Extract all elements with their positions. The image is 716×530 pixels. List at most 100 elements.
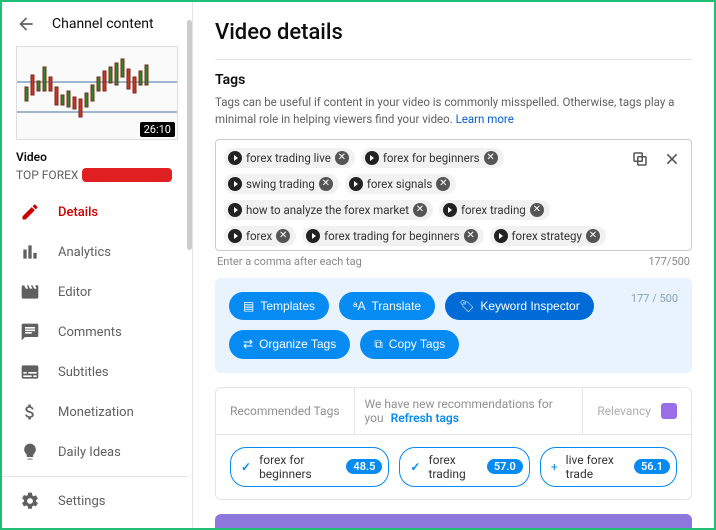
refresh-tags-link[interactable]: Refresh tags	[391, 411, 459, 425]
redacted-scribble	[82, 170, 172, 180]
tag-text: forex signals	[367, 177, 433, 191]
tag-text: forex trading live	[246, 151, 331, 165]
copy-tags-button[interactable]: ⧉Copy Tags	[360, 330, 459, 359]
remove-tag-icon[interactable]: ✕	[335, 151, 349, 165]
play-icon	[228, 151, 242, 165]
remove-tag-icon[interactable]: ✕	[484, 151, 498, 165]
tag-chip[interactable]: forex signals✕	[345, 174, 457, 194]
nav-separator	[2, 476, 192, 477]
tags-input-box[interactable]: forex trading live✕forex for beginners✕s…	[215, 139, 692, 251]
subtitles-icon	[20, 362, 40, 382]
dollar-icon	[20, 402, 40, 422]
nav-details[interactable]: Details	[2, 192, 192, 232]
tag-icon: 🏷	[459, 299, 474, 313]
pill-score: 56.1	[634, 459, 670, 474]
nav-daily-ideas[interactable]: Daily Ideas	[2, 432, 192, 472]
video-label: Video	[16, 150, 178, 164]
recommended-tag-pill[interactable]: +live forex trade56.1	[540, 447, 677, 487]
tag-chip[interactable]: swing trading ✕	[224, 174, 339, 194]
remove-tag-icon[interactable]: ✕	[319, 177, 333, 191]
tag-text: forex trading	[461, 203, 526, 217]
keyword-inspector-button[interactable]: 🏷Keyword Inspector	[445, 292, 594, 320]
thumbnail-duration: 26:10	[140, 122, 175, 137]
editor-icon	[20, 282, 40, 302]
vidiq-boost-banner: Upgrade to vidIQ Boost to see 80 more re…	[215, 514, 692, 529]
vidiq-tag-tools: 177 / 500 ▤Templates ᵃATranslate 🏷Keywor…	[215, 278, 692, 373]
translate-button[interactable]: ᵃATranslate	[339, 292, 435, 320]
play-icon	[443, 203, 457, 217]
copy-icon: ⧉	[374, 337, 383, 352]
sidebar-nav: Details Analytics Editor Comments Subtit…	[2, 186, 192, 528]
plus-icon: +	[551, 460, 558, 474]
analytics-icon	[20, 242, 40, 262]
play-icon	[228, 177, 242, 191]
recommended-tag-pill[interactable]: ✓ forex for beginners 48.5	[230, 447, 389, 487]
organize-tags-button[interactable]: ⇄Organize Tags	[229, 330, 350, 359]
gear-icon	[20, 491, 40, 511]
pill-label: forex trading	[428, 453, 478, 481]
nav-comments[interactable]: Comments	[2, 312, 192, 352]
pill-label: forex for beginners	[259, 453, 338, 481]
tag-chip[interactable]: forex trading for beginners ✕	[302, 226, 483, 246]
play-icon	[306, 229, 320, 243]
sidebar-scrollbar[interactable]	[187, 2, 192, 528]
remove-tag-icon[interactable]: ✕	[530, 203, 544, 217]
sidebar-title: Channel content	[52, 16, 154, 32]
tags-description: Tags can be useful if content in your vi…	[215, 94, 692, 129]
tag-chip[interactable]: forex for beginners✕	[361, 148, 504, 168]
learn-more-link[interactable]: Learn more	[456, 112, 514, 126]
remove-tag-icon[interactable]: ✕	[436, 177, 450, 191]
video-title: TOP FOREX	[16, 168, 178, 182]
nav-send-feedback[interactable]: Send feedback	[2, 521, 192, 528]
tag-text: swing trading	[246, 177, 315, 191]
check-icon: ✓	[241, 460, 251, 474]
nav-subtitles[interactable]: Subtitles	[2, 352, 192, 392]
back-arrow-icon[interactable]	[16, 14, 36, 34]
relevancy-label: Relevancy	[597, 404, 651, 418]
main-content: Video details Tags Tags can be useful if…	[193, 2, 714, 528]
translate-icon: ᵃA	[353, 299, 365, 313]
nav-monetization[interactable]: Monetization	[2, 392, 192, 432]
recommended-tags-box: Recommended Tags We have new recommendat…	[215, 387, 692, 500]
video-thumbnail[interactable]: 26:10	[16, 46, 178, 140]
tag-chip[interactable]: forex strategy✕	[490, 226, 606, 246]
templates-icon: ▤	[243, 299, 254, 313]
play-icon	[228, 229, 242, 243]
tag-chip[interactable]: forex trading ✕	[439, 200, 550, 220]
organize-icon: ⇄	[243, 337, 253, 351]
recommended-heading: Recommended Tags	[216, 388, 355, 434]
nav-analytics[interactable]: Analytics	[2, 232, 192, 272]
recommended-tag-pill[interactable]: ✓ forex trading 57.0	[399, 447, 529, 487]
remove-tag-icon[interactable]: ✕	[586, 229, 600, 243]
remove-tag-icon[interactable]: ✕	[413, 203, 427, 217]
tag-char-counter: 177/500	[648, 255, 690, 268]
tag-chip[interactable]: forex trading live ✕	[224, 148, 355, 168]
recommended-message: We have new recommendations for you Refr…	[355, 397, 583, 425]
pill-score: 57.0	[487, 459, 523, 474]
pill-score: 48.5	[346, 459, 382, 474]
tag-chip[interactable]: forex✕	[224, 226, 296, 246]
comments-icon	[20, 322, 40, 342]
remove-tag-icon[interactable]: ✕	[464, 229, 478, 243]
divider	[215, 59, 692, 60]
tag-text: forex trading for beginners	[324, 229, 459, 243]
lock-icon	[661, 403, 677, 419]
templates-button[interactable]: ▤Templates	[229, 292, 329, 320]
tags-heading: Tags	[215, 72, 692, 88]
copy-all-tags-icon[interactable]	[629, 148, 651, 170]
lightbulb-icon	[20, 442, 40, 462]
sidebar: Channel content	[2, 2, 193, 528]
nav-settings[interactable]: Settings	[2, 481, 192, 521]
tag-text: how to analyze the forex market	[246, 203, 409, 217]
remove-tag-icon[interactable]: ✕	[276, 229, 290, 243]
check-icon: ✓	[410, 460, 420, 474]
pencil-icon	[20, 202, 40, 222]
page-title: Video details	[215, 20, 692, 45]
tag-chip[interactable]: how to analyze the forex market ✕	[224, 200, 433, 220]
play-icon	[365, 151, 379, 165]
clear-all-tags-icon[interactable]	[661, 148, 683, 170]
tag-input-hint: Enter a comma after each tag	[217, 255, 362, 268]
vidiq-char-counter: 177 / 500	[631, 292, 678, 305]
nav-editor[interactable]: Editor	[2, 272, 192, 312]
play-icon	[349, 177, 363, 191]
